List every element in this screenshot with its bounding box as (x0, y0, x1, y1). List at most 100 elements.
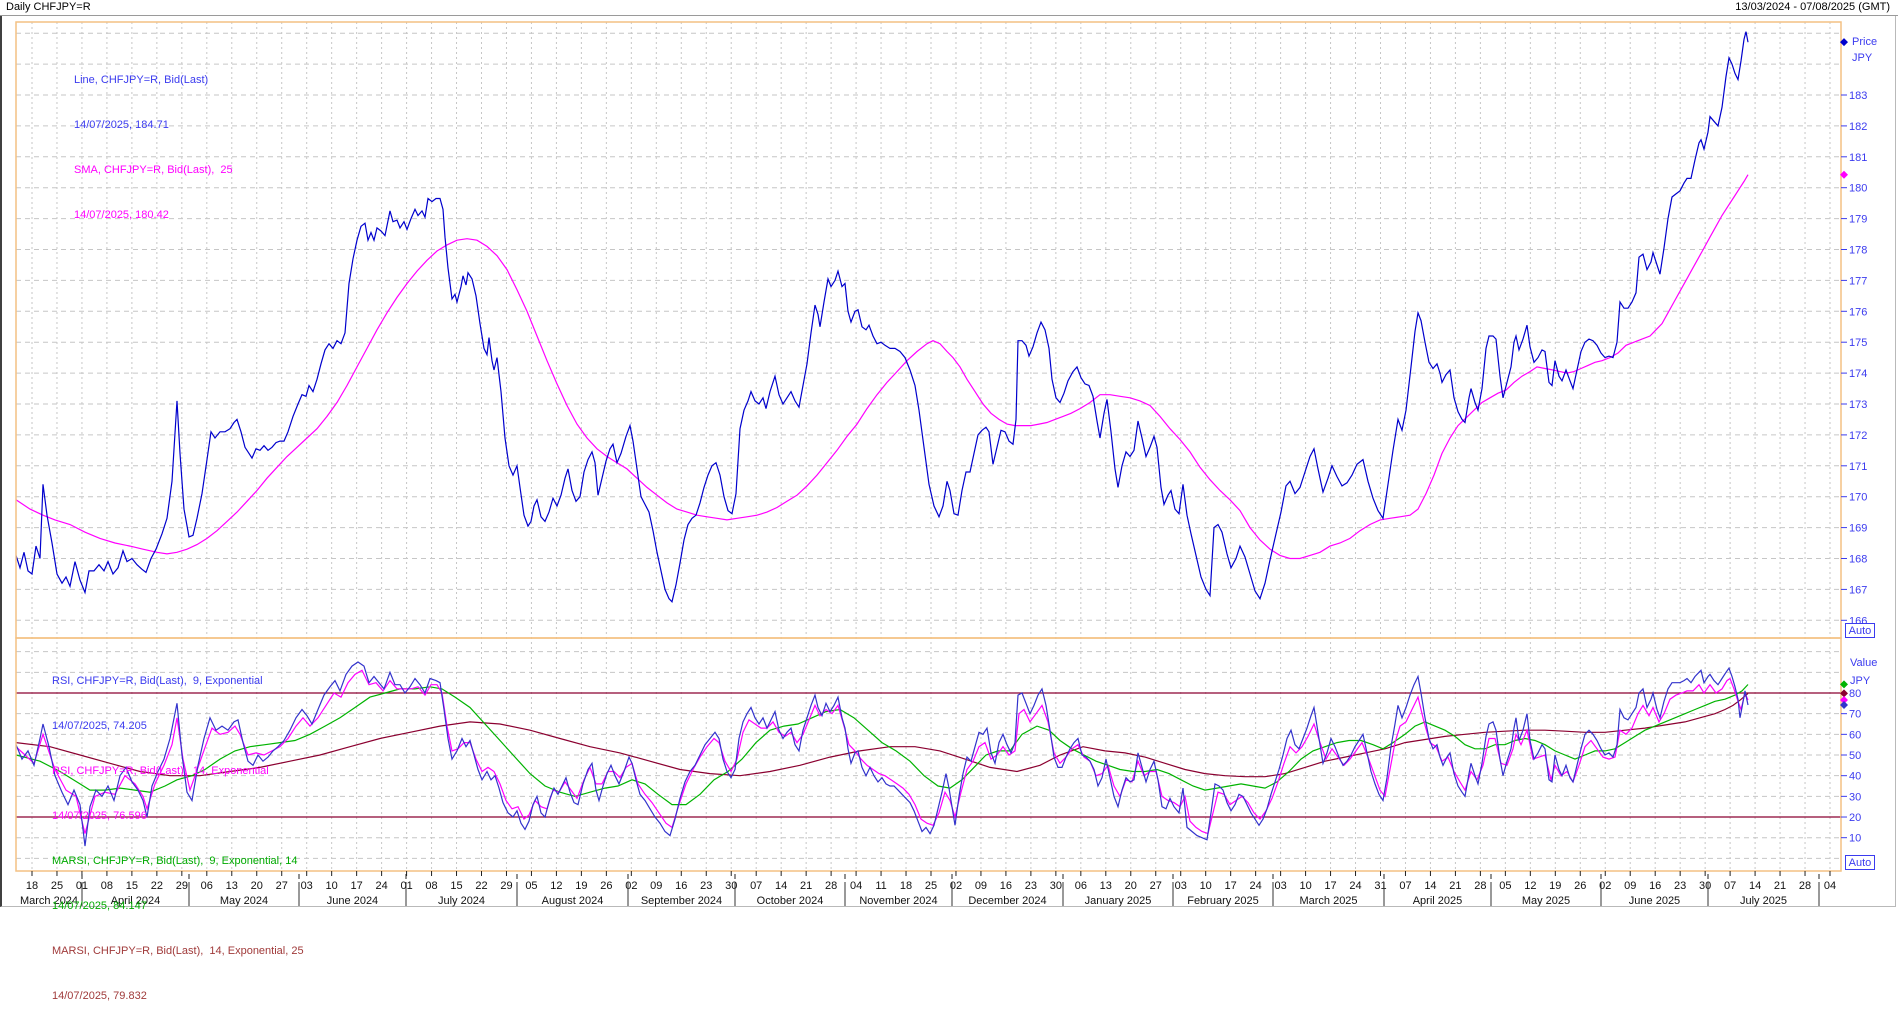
svg-text:September 2024: September 2024 (641, 895, 722, 907)
svg-text:17: 17 (1324, 880, 1336, 892)
svg-text:167: 167 (1849, 584, 1867, 596)
svg-text:July 2025: July 2025 (1740, 895, 1787, 907)
svg-text:179: 179 (1849, 214, 1867, 226)
svg-text:04: 04 (850, 880, 862, 892)
svg-text:January 2025: January 2025 (1085, 895, 1152, 907)
svg-text:80: 80 (1849, 688, 1861, 700)
svg-text:Price: Price (1852, 36, 1877, 48)
svg-text:18: 18 (900, 880, 912, 892)
svg-text:05: 05 (525, 880, 537, 892)
svg-text:183: 183 (1849, 90, 1867, 102)
rsi-9-line (16, 662, 1748, 846)
svg-text:08: 08 (101, 880, 113, 892)
price-axis: PriceJPY18318218118017917817717617517417… (1840, 36, 1877, 627)
svg-text:02: 02 (625, 880, 637, 892)
svg-text:178: 178 (1849, 245, 1867, 257)
svg-text:29: 29 (500, 880, 512, 892)
svg-text:13: 13 (226, 880, 238, 892)
svg-text:30: 30 (725, 880, 737, 892)
rsi-14-line (16, 670, 1748, 833)
svg-text:28: 28 (1474, 880, 1486, 892)
svg-text:20: 20 (1125, 880, 1137, 892)
svg-text:40: 40 (1849, 771, 1861, 783)
svg-text:November 2024: November 2024 (859, 895, 937, 907)
svg-text:March 2024: March 2024 (20, 895, 78, 907)
svg-text:60: 60 (1849, 729, 1861, 741)
svg-text:JPY: JPY (1850, 675, 1871, 687)
svg-text:21: 21 (1449, 880, 1461, 892)
svg-text:17: 17 (351, 880, 363, 892)
svg-text:08: 08 (425, 880, 437, 892)
svg-text:30: 30 (1699, 880, 1711, 892)
svg-text:07: 07 (1399, 880, 1411, 892)
svg-text:Value: Value (1850, 657, 1877, 669)
svg-text:171: 171 (1849, 461, 1867, 473)
svg-text:29: 29 (176, 880, 188, 892)
svg-text:01: 01 (400, 880, 412, 892)
main-price-series (16, 32, 1748, 602)
svg-text:24: 24 (1349, 880, 1361, 892)
svg-text:February 2025: February 2025 (1187, 895, 1259, 907)
svg-text:03: 03 (1274, 880, 1286, 892)
svg-text:06: 06 (1075, 880, 1087, 892)
svg-text:176: 176 (1849, 306, 1867, 318)
svg-text:182: 182 (1849, 121, 1867, 133)
svg-text:181: 181 (1849, 152, 1867, 164)
svg-text:24: 24 (375, 880, 387, 892)
marsi-14-25-line (16, 693, 1748, 776)
svg-text:25: 25 (925, 880, 937, 892)
legend-marsi14-series: MARSI, CHFJPY=R, Bid(Last), 14, Exponent… (52, 944, 304, 959)
svg-text:03: 03 (301, 880, 313, 892)
svg-text:26: 26 (1574, 880, 1586, 892)
svg-text:March 2025: March 2025 (1299, 895, 1357, 907)
chart-canvas: PriceJPY18318218118017917817717617517417… (0, 0, 1898, 909)
svg-text:10: 10 (1849, 833, 1861, 845)
svg-text:19: 19 (575, 880, 587, 892)
svg-text:JPY: JPY (1852, 52, 1873, 64)
rsi-series (16, 662, 1748, 846)
svg-text:16: 16 (1649, 880, 1661, 892)
svg-text:173: 173 (1849, 399, 1867, 411)
gridlines (16, 22, 1841, 871)
value-axis-auto-button[interactable]: Auto (1845, 855, 1875, 870)
panel-frames (16, 22, 1841, 871)
svg-text:14: 14 (1749, 880, 1761, 892)
svg-text:07: 07 (750, 880, 762, 892)
svg-text:15: 15 (450, 880, 462, 892)
svg-text:30: 30 (1050, 880, 1062, 892)
value-axis: ValueJPY8070605040302010 (1840, 657, 1877, 845)
svg-text:August 2024: August 2024 (542, 895, 604, 907)
sma-line (16, 175, 1748, 559)
svg-text:14: 14 (775, 880, 787, 892)
svg-text:09: 09 (1624, 880, 1636, 892)
svg-text:180: 180 (1849, 183, 1867, 195)
svg-text:169: 169 (1849, 523, 1867, 535)
svg-text:175: 175 (1849, 337, 1867, 349)
svg-text:17: 17 (1225, 880, 1237, 892)
svg-text:12: 12 (1524, 880, 1536, 892)
svg-text:July 2024: July 2024 (438, 895, 485, 907)
svg-text:06: 06 (201, 880, 213, 892)
svg-text:16: 16 (1000, 880, 1012, 892)
svg-text:12: 12 (550, 880, 562, 892)
svg-text:10: 10 (326, 880, 338, 892)
svg-text:07: 07 (1724, 880, 1736, 892)
svg-text:31: 31 (1374, 880, 1386, 892)
svg-text:19: 19 (1549, 880, 1561, 892)
svg-text:December 2024: December 2024 (968, 895, 1046, 907)
svg-text:October 2024: October 2024 (757, 895, 824, 907)
price-axis-auto-button[interactable]: Auto (1845, 623, 1875, 638)
svg-text:20: 20 (251, 880, 263, 892)
svg-text:27: 27 (276, 880, 288, 892)
svg-text:170: 170 (1849, 492, 1867, 504)
svg-text:22: 22 (151, 880, 163, 892)
svg-text:23: 23 (1025, 880, 1037, 892)
svg-text:30: 30 (1849, 791, 1861, 803)
svg-text:174: 174 (1849, 368, 1867, 380)
svg-text:23: 23 (700, 880, 712, 892)
chart-application-window: { "window": { "title": "Daily CHFJPY=R",… (0, 0, 1898, 909)
svg-text:26: 26 (600, 880, 612, 892)
svg-text:21: 21 (1774, 880, 1786, 892)
svg-text:09: 09 (650, 880, 662, 892)
svg-text:April 2025: April 2025 (1413, 895, 1463, 907)
